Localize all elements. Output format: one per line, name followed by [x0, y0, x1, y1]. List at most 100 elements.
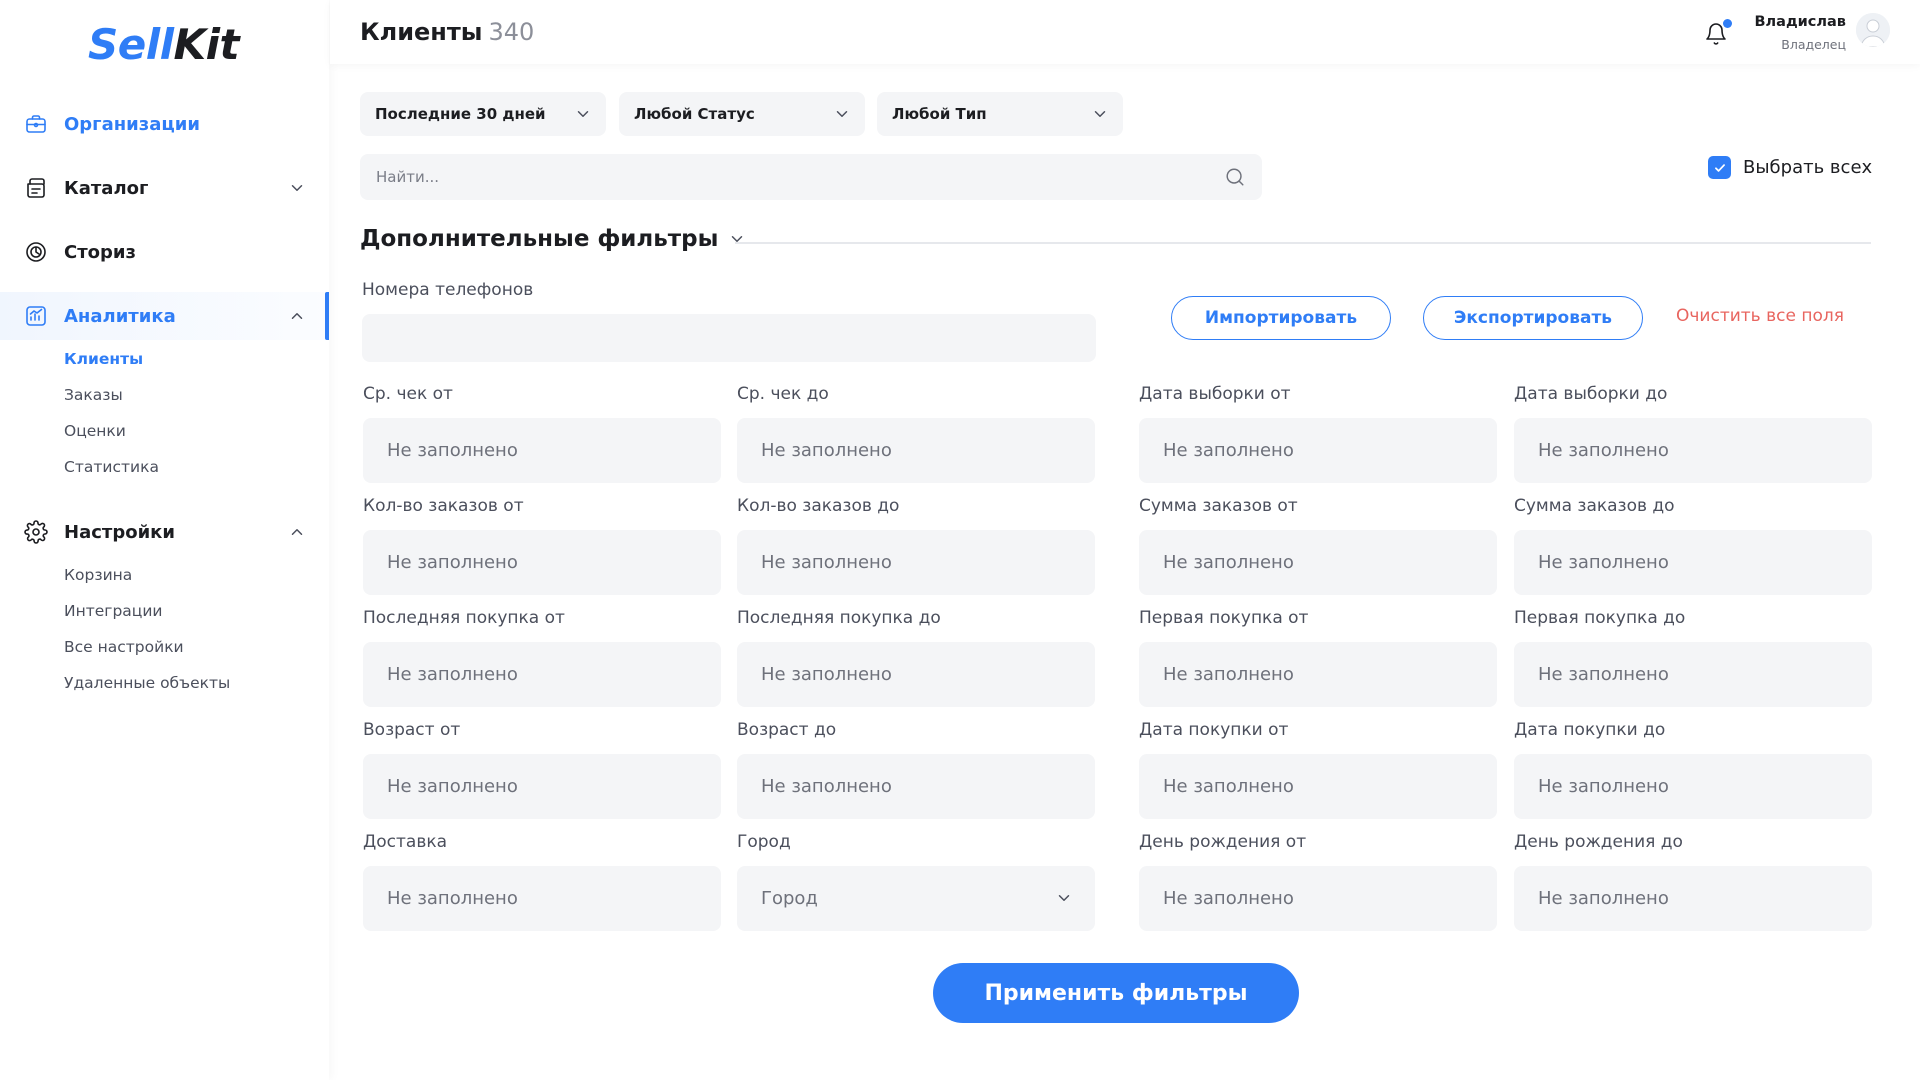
- sidebar-item-label: Каталог: [64, 177, 149, 199]
- apply-filters-button[interactable]: Применить фильтры: [933, 963, 1299, 1023]
- delivery-input[interactable]: [363, 866, 721, 931]
- sidebar-subitem-orders[interactable]: Заказы: [64, 386, 123, 404]
- sidebar-subitem-integrations[interactable]: Интеграции: [64, 602, 162, 620]
- search-input[interactable]: [360, 154, 1180, 200]
- last-purchase-to-label: Последняя покупка до: [737, 608, 941, 628]
- orders-count-from-label: Кол-во заказов от: [363, 496, 524, 516]
- catalog-icon: [27, 178, 45, 198]
- orders-sum-from-label: Сумма заказов от: [1139, 496, 1298, 516]
- chevron-up-icon[interactable]: [288, 523, 306, 541]
- last-purchase-to-input[interactable]: [737, 642, 1095, 707]
- chevron-down-icon: [1058, 895, 1070, 901]
- sample-date-from-input[interactable]: [1139, 418, 1497, 483]
- sample-date-to-label: Дата выборки до: [1514, 384, 1668, 404]
- orders-count-from-input[interactable]: [363, 530, 721, 595]
- birthday-to-input[interactable]: [1514, 866, 1872, 931]
- clients-count: 340: [488, 18, 535, 46]
- purchase-date-from-label: Дата покупки от: [1139, 720, 1289, 740]
- import-button[interactable]: Импортировать: [1171, 296, 1391, 340]
- type-select[interactable]: Любой Тип: [877, 92, 1123, 136]
- avatar[interactable]: [1856, 13, 1890, 47]
- sidebar-item-label: Сториз: [64, 241, 136, 263]
- chevron-up-icon[interactable]: [288, 307, 306, 325]
- sidebar-item-stories[interactable]: Сториз: [0, 228, 329, 276]
- avg-check-to-label: Ср. чек до: [737, 384, 829, 404]
- search-box: [360, 154, 1262, 200]
- phones-label: Номера телефонов: [362, 280, 534, 300]
- select-all-checkbox[interactable]: Выбрать всех: [1708, 156, 1872, 179]
- sidebar-subitem-statistics[interactable]: Статистика: [64, 458, 159, 476]
- stories-icon: [26, 242, 46, 262]
- birthday-from-label: День рождения от: [1139, 832, 1307, 852]
- divider: [735, 242, 1871, 244]
- orders-sum-from-input[interactable]: [1139, 530, 1497, 595]
- status-select-value: Любой Статус: [634, 105, 755, 123]
- chevron-down-icon: [577, 111, 589, 117]
- purchase-date-to-input[interactable]: [1514, 754, 1872, 819]
- sidebar-subitem-deleted-objects[interactable]: Удаленные объекты: [64, 674, 230, 692]
- city-select-value: Город: [761, 888, 818, 909]
- export-button[interactable]: Экспортировать: [1423, 296, 1643, 340]
- type-select-value: Любой Тип: [892, 105, 987, 123]
- sidebar-item-settings[interactable]: Настройки: [0, 508, 329, 556]
- chevron-down-icon[interactable]: [288, 179, 306, 197]
- clear-all-link[interactable]: Очистить все поля: [1676, 306, 1844, 326]
- orders-count-to-label: Кол-во заказов до: [737, 496, 900, 516]
- sellkit-logo[interactable]: SellKit: [88, 20, 240, 69]
- sample-date-to-input[interactable]: [1514, 418, 1872, 483]
- chevron-down-icon: [1094, 111, 1106, 117]
- purchase-date-to-label: Дата покупки до: [1514, 720, 1666, 740]
- orders-sum-to-label: Сумма заказов до: [1514, 496, 1675, 516]
- purchase-date-from-input[interactable]: [1139, 754, 1497, 819]
- sidebar-item-label: Настройки: [64, 521, 176, 543]
- gear-icon: [24, 520, 48, 544]
- advanced-filters-toggle[interactable]: Дополнительные фильтры: [360, 226, 746, 252]
- sidebar-subitem-ratings[interactable]: Оценки: [64, 422, 126, 440]
- advanced-filters-title: Дополнительные фильтры: [360, 226, 719, 252]
- avg-check-from-label: Ср. чек от: [363, 384, 453, 404]
- orders-count-to-input[interactable]: [737, 530, 1095, 595]
- age-to-label: Возраст до: [737, 720, 837, 740]
- user-role: Владелец: [1781, 37, 1846, 52]
- birthday-from-input[interactable]: [1139, 866, 1497, 931]
- avatar-placeholder-icon: [1856, 13, 1890, 47]
- page-title-text: Клиенты: [360, 18, 483, 46]
- chevron-down-icon: [732, 236, 743, 242]
- sidebar-subitem-clients[interactable]: Клиенты: [64, 350, 143, 368]
- sidebar-item-label: Организации: [64, 113, 200, 135]
- sidebar-item-catalog[interactable]: Каталог: [0, 164, 329, 212]
- age-from-input[interactable]: [363, 754, 721, 819]
- checkbox-checked-icon[interactable]: [1708, 156, 1731, 179]
- age-from-label: Возраст от: [363, 720, 461, 740]
- phones-input[interactable]: [362, 314, 1096, 362]
- top-header: Клиенты 340 Владислав Владелец: [330, 0, 1920, 64]
- briefcase-icon: [26, 115, 46, 133]
- age-to-input[interactable]: [737, 754, 1095, 819]
- first-purchase-from-input[interactable]: [1139, 642, 1497, 707]
- sidebar-subitem-all-settings[interactable]: Все настройки: [64, 638, 184, 656]
- delivery-label: Доставка: [363, 832, 448, 852]
- city-label: Город: [737, 832, 791, 852]
- city-select[interactable]: Город: [737, 866, 1095, 931]
- search-icon[interactable]: [1224, 166, 1246, 188]
- sidebar-item-organizations[interactable]: Организации: [0, 100, 329, 148]
- notification-dot: [1723, 19, 1732, 28]
- sidebar-item-label: Аналитика: [64, 305, 176, 327]
- first-purchase-to-input[interactable]: [1514, 642, 1872, 707]
- user-name[interactable]: Владислав: [1754, 14, 1846, 30]
- sidebar-subitem-cart[interactable]: Корзина: [64, 566, 132, 584]
- chevron-down-icon: [836, 111, 848, 117]
- select-all-label: Выбрать всех: [1743, 157, 1873, 178]
- last-purchase-from-input[interactable]: [363, 642, 721, 707]
- avg-check-to-input[interactable]: [737, 418, 1095, 483]
- period-select[interactable]: Последние 30 дней: [360, 92, 606, 136]
- sidebar-item-analytics[interactable]: Аналитика: [0, 292, 329, 340]
- last-purchase-from-label: Последняя покупка от: [363, 608, 565, 628]
- analytics-icon: [26, 306, 46, 326]
- sample-date-from-label: Дата выборки от: [1139, 384, 1291, 404]
- avg-check-from-input[interactable]: [363, 418, 721, 483]
- orders-sum-to-input[interactable]: [1514, 530, 1872, 595]
- status-select[interactable]: Любой Статус: [619, 92, 865, 136]
- page-title: Клиенты 340: [360, 18, 534, 46]
- active-indicator: [325, 292, 329, 340]
